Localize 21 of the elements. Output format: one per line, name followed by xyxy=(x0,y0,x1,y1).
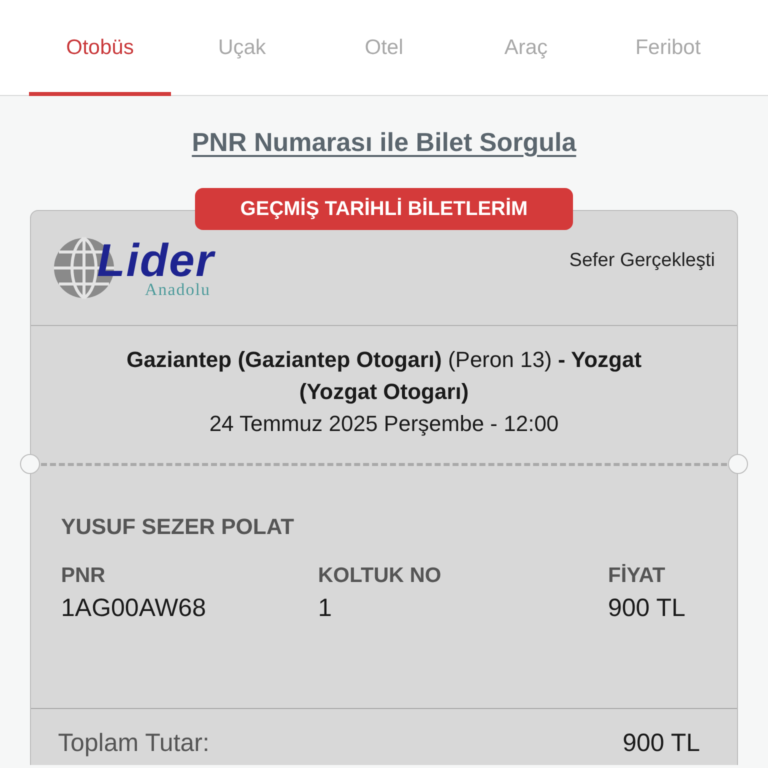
field-label: KOLTUK NO xyxy=(318,564,442,588)
field-value: 1AG00AW68 xyxy=(61,594,207,623)
company-logo-subtitle: Anadolu xyxy=(144,282,210,298)
field-label: FİYAT xyxy=(608,564,666,588)
total-amount: 900 TL xyxy=(622,729,700,758)
field-value: 1 xyxy=(318,594,333,623)
tab[interactable]: Uçak xyxy=(171,0,313,96)
passenger-name: YUSUF SEZER POLAT xyxy=(61,514,296,540)
tab[interactable]: Araç xyxy=(455,0,597,96)
route-text: Gaziantep (Gaziantep Otogarı) (Peron 13) - Yozgat (Yozgat Otogarı) xyxy=(125,346,643,406)
company-logo-name: Lider xyxy=(97,238,214,282)
trip-status: Sefer Gerçekleşti xyxy=(569,250,715,272)
tab[interactable]: Feribot xyxy=(597,0,739,96)
past-tickets-badge[interactable]: GEÇMİŞ TARİHLİ BİLETLERİM xyxy=(195,188,573,230)
field-value: 900 TL xyxy=(608,594,686,623)
field-label: PNR xyxy=(61,564,106,588)
tab[interactable]: Otel xyxy=(313,0,455,96)
ticket-query-link[interactable]: PNR Numarası ile Bilet Sorgula xyxy=(192,127,576,158)
tab[interactable]: Otobüs xyxy=(29,0,171,96)
trip-datetime: 24 Temmuz 2025 Perşembe - 12:00 xyxy=(208,410,560,438)
total-label: Toplam Tutar: xyxy=(58,729,210,758)
